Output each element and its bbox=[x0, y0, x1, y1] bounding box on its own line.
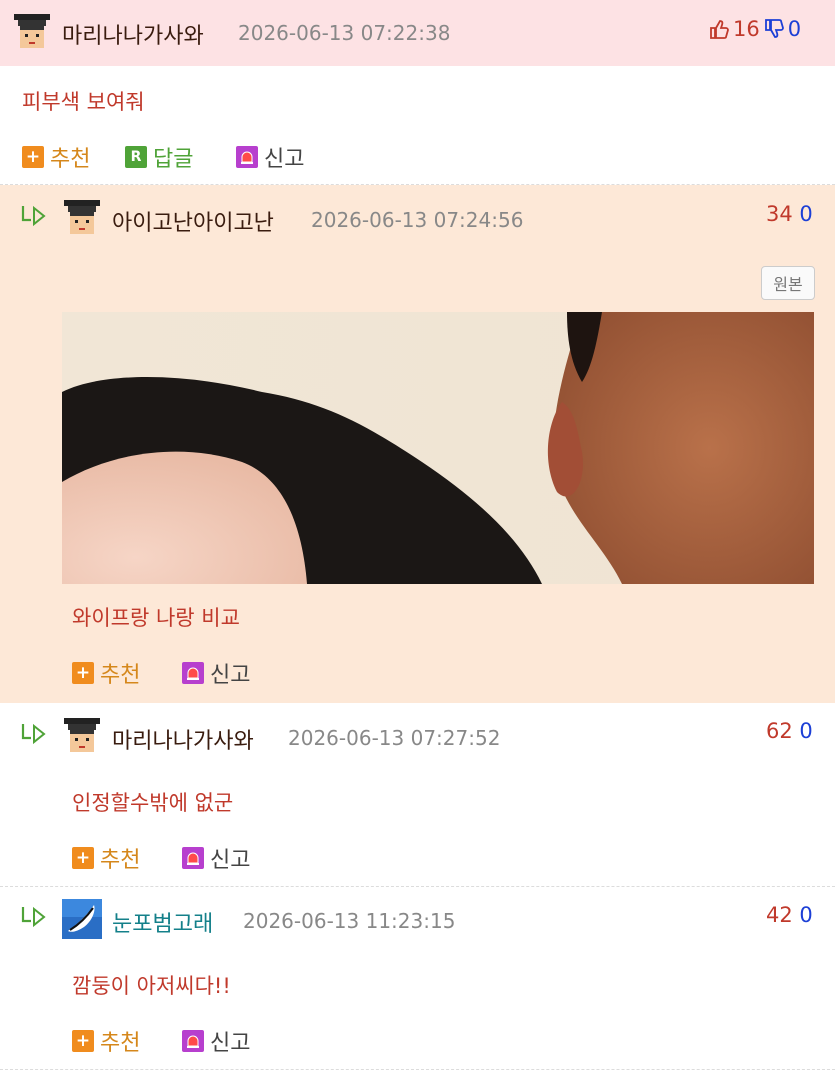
recommend-button[interactable]: + 추천 bbox=[72, 842, 140, 874]
original-label: 원본 bbox=[773, 275, 803, 294]
downvote-count: 0 bbox=[799, 719, 813, 743]
comment-date: 2026-06-13 11:23:15 bbox=[243, 909, 456, 933]
thumbs-down-icon[interactable] bbox=[763, 18, 785, 40]
report-button[interactable]: 신고 bbox=[182, 1025, 250, 1057]
reply-button[interactable]: R 답글 bbox=[125, 141, 193, 173]
siren-icon bbox=[182, 847, 204, 869]
vote-counter: 16 0 bbox=[708, 17, 801, 41]
recommend-button[interactable]: + 추천 bbox=[22, 141, 90, 173]
original-image-button[interactable]: 원본 bbox=[761, 266, 815, 300]
divider bbox=[0, 886, 835, 887]
reply-arrow-icon bbox=[21, 723, 46, 745]
plus-icon: + bbox=[72, 1030, 94, 1052]
report-label: 신고 bbox=[210, 848, 251, 873]
recommend-label: 추천 bbox=[100, 848, 141, 873]
siren-icon bbox=[236, 146, 258, 168]
siren-icon bbox=[182, 662, 204, 684]
comment-date: 2026-06-13 07:22:38 bbox=[238, 21, 451, 45]
comment-text: 피부색 보여줘 bbox=[22, 90, 145, 114]
comment-date: 2026-06-13 07:27:52 bbox=[288, 726, 501, 750]
recommend-button[interactable]: + 추천 bbox=[72, 1025, 140, 1057]
reply-icon: R bbox=[125, 146, 147, 168]
comment-author[interactable]: 아이고난아이고난 bbox=[112, 205, 274, 237]
siren-icon bbox=[182, 1030, 204, 1052]
thumbs-up-icon[interactable] bbox=[708, 18, 730, 40]
plus-icon: + bbox=[72, 847, 94, 869]
comment-text: 인정할수밖에 없군 bbox=[72, 791, 234, 815]
avatar-orca-icon[interactable] bbox=[62, 899, 102, 939]
downvote-count: 0 bbox=[799, 903, 813, 927]
report-button[interactable]: 신고 bbox=[236, 141, 304, 173]
plus-icon: + bbox=[72, 662, 94, 684]
avatar-graduate-icon[interactable] bbox=[62, 198, 102, 238]
recommend-label: 추천 bbox=[100, 663, 141, 688]
recommend-label: 추천 bbox=[100, 1031, 141, 1056]
plus-icon: + bbox=[22, 146, 44, 168]
report-label: 신고 bbox=[210, 1031, 251, 1056]
vote-counter: 42 0 bbox=[766, 903, 813, 927]
downvote-count: 0 bbox=[799, 202, 813, 226]
downvote-count: 0 bbox=[787, 17, 802, 41]
report-label: 신고 bbox=[264, 147, 305, 172]
avatar-graduate-icon[interactable] bbox=[62, 716, 102, 756]
comment-date: 2026-06-13 07:24:56 bbox=[311, 208, 524, 232]
upvote-count: 34 bbox=[766, 202, 793, 226]
recommend-button[interactable]: + 추천 bbox=[72, 657, 140, 689]
comment-author[interactable]: 마리나나가사와 bbox=[62, 18, 204, 50]
comparison-photo[interactable] bbox=[62, 312, 814, 584]
avatar-graduate-icon[interactable] bbox=[12, 12, 52, 52]
upvote-count: 16 bbox=[733, 17, 760, 41]
vote-counter: 62 0 bbox=[766, 719, 813, 743]
report-label: 신고 bbox=[210, 663, 251, 688]
recommend-label: 추천 bbox=[50, 147, 91, 172]
divider bbox=[0, 1069, 835, 1070]
vote-counter: 34 0 bbox=[766, 202, 813, 226]
comment-text: 와이프랑 나랑 비교 bbox=[72, 606, 240, 630]
reply-label: 답글 bbox=[153, 147, 194, 172]
report-button[interactable]: 신고 bbox=[182, 657, 250, 689]
reply-arrow-icon bbox=[21, 205, 46, 227]
upvote-count: 62 bbox=[766, 719, 793, 743]
reply-arrow-icon bbox=[21, 906, 46, 928]
comment-author[interactable]: 눈포범고래 bbox=[112, 906, 213, 938]
comment-author[interactable]: 마리나나가사와 bbox=[112, 723, 254, 755]
report-button[interactable]: 신고 bbox=[182, 842, 250, 874]
comment-text: 깜둥이 아저씨다!! bbox=[72, 974, 231, 998]
upvote-count: 42 bbox=[766, 903, 793, 927]
